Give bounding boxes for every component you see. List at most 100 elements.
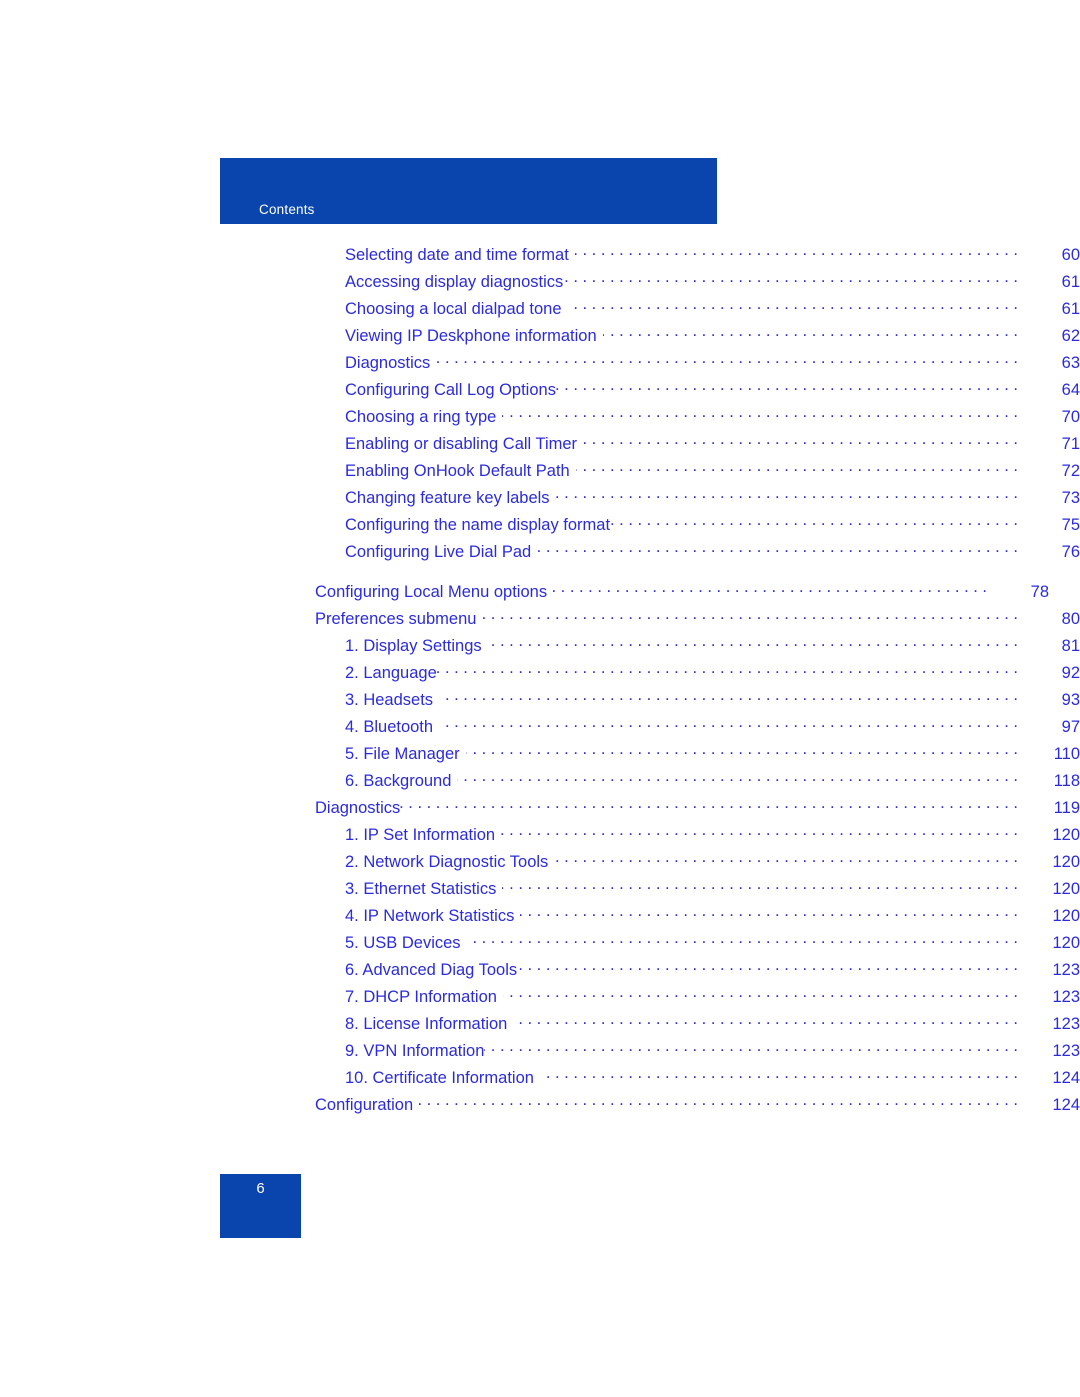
toc-entry-label: 3. Ethernet Statistics (345, 879, 497, 898)
toc-entry-page: 118 (1053, 771, 1080, 790)
toc-entry-page: 64 (1061, 380, 1080, 399)
toc-dot-leader (419, 1093, 1018, 1110)
toc-entry[interactable]: Choosing a ring type 70 (0, 405, 1080, 432)
toc-entry-page: 124 (1052, 1068, 1080, 1087)
toc-entry-label: Enabling OnHook Default Path (345, 461, 570, 480)
toc-entry-page: 92 (1061, 663, 1080, 682)
toc-dot-leader (553, 580, 987, 597)
toc-entry-label: 2. Language (345, 663, 437, 682)
toc-dot-leader (540, 1066, 1018, 1083)
toc-dot-leader (556, 378, 1018, 395)
toc-entry-label: Diagnostics (345, 353, 431, 372)
toc-entry-page: 120 (1052, 825, 1080, 844)
toc-dot-leader (563, 270, 1018, 287)
toc-dot-leader (550, 486, 1018, 503)
toc-entry[interactable]: Configuration 124 (0, 1093, 1080, 1120)
toc-dot-leader (437, 661, 1018, 678)
toc-entry-page: 120 (1052, 933, 1080, 952)
toc-entry[interactable]: Preferences submenu 80 (0, 607, 1080, 634)
toc-group: Selecting date and time format 60 Accessin… (0, 243, 1080, 567)
toc-entry-page: 80 (1061, 609, 1080, 628)
toc-dot-leader (439, 715, 1018, 732)
toc-entry-label: 1. IP Set Information (345, 825, 496, 844)
toc-entry-label: 9. VPN Information (345, 1041, 485, 1060)
toc-entry[interactable]: Configuring Call Log Options 64 (0, 378, 1080, 405)
toc-entry-label: 8. License Information (345, 1014, 508, 1033)
toc-entry-page: 62 (1061, 326, 1080, 345)
toc-entry-label: 10. Certificate Information (345, 1068, 534, 1087)
toc-entry-page: 78 (1030, 582, 1049, 601)
toc-entry[interactable]: 2. Language 92 (0, 661, 1080, 688)
toc-entry-page: 73 (1061, 488, 1080, 507)
toc-entry-page: 70 (1061, 407, 1080, 426)
toc-entry-label: Configuring Call Log Options (345, 380, 556, 399)
toc-dot-leader (466, 742, 1018, 759)
toc-entry-label: Configuring Live Dial Pad (345, 542, 532, 561)
toc-dot-leader (554, 850, 1018, 867)
toc-entry-label: 6. Background (345, 771, 452, 790)
toc-entry[interactable]: 5. File Manager 110 (0, 742, 1080, 769)
toc-entry-page: 123 (1052, 1041, 1080, 1060)
toc-entry[interactable]: 8. License Information 123 (0, 1012, 1080, 1039)
toc-entry[interactable]: Enabling or disabling Call Timer 71 (0, 432, 1080, 459)
toc-entry-label: 6. Advanced Diag Tools (345, 960, 518, 979)
document-page: Contents Selecting date and time format 6… (0, 0, 1080, 1397)
toc-entry[interactable]: Configuring Local Menu options 78 (0, 580, 1080, 607)
toc-entry-page: 63 (1061, 353, 1080, 372)
toc-dot-leader (488, 634, 1018, 651)
toc-entry-page: 75 (1061, 515, 1080, 534)
toc-dot-leader (513, 1012, 1018, 1029)
toc-entry[interactable]: 4. Bluetooth 97 (0, 715, 1080, 742)
toc-entry[interactable]: 2. Network Diagnostic Tools 120 (0, 850, 1080, 877)
toc-entry[interactable]: Changing feature key labels 73 (0, 486, 1080, 513)
toc-dot-leader (520, 904, 1018, 921)
table-of-contents: Selecting date and time format 60 Accessin… (0, 243, 1080, 1120)
toc-entry[interactable]: 3. Ethernet Statistics 120 (0, 877, 1080, 904)
toc-entry[interactable]: Viewing IP Deskphone information 62 (0, 324, 1080, 351)
toc-entry-label: Viewing IP Deskphone information (345, 326, 597, 345)
toc-entry-label: Choosing a local dialpad tone (345, 299, 562, 318)
toc-dot-leader (583, 432, 1018, 449)
toc-entry[interactable]: 6. Background 118 (0, 769, 1080, 796)
toc-entry-label: Enabling or disabling Call Timer (345, 434, 578, 453)
toc-entry[interactable]: Choosing a local dialpad tone 61 (0, 297, 1080, 324)
toc-entry[interactable]: Configuring Live Dial Pad 76 (0, 540, 1080, 567)
toc-entry-label: 4. Bluetooth (345, 717, 434, 736)
toc-entry-page: 123 (1052, 960, 1080, 979)
toc-entry[interactable]: 1. Display Settings 81 (0, 634, 1080, 661)
toc-dot-leader (439, 688, 1018, 705)
toc-entry[interactable]: 3. Headsets 93 (0, 688, 1080, 715)
toc-entry[interactable]: 9. VPN Information 123 (0, 1039, 1080, 1066)
toc-group: Configuring Local Menu options 78 Preferen… (0, 580, 1080, 1120)
toc-entry-page: 61 (1061, 299, 1080, 318)
toc-entry[interactable]: Diagnostics 63 (0, 351, 1080, 378)
toc-dot-leader (502, 877, 1018, 894)
toc-entry-label: Configuring the name display format (345, 515, 611, 534)
toc-entry[interactable]: 1. IP Set Information 120 (0, 823, 1080, 850)
toc-entry[interactable]: Accessing display diagnostics 61 (0, 270, 1080, 297)
toc-dot-leader (502, 405, 1018, 422)
toc-entry[interactable]: Selecting date and time format 60 (0, 243, 1080, 270)
toc-entry[interactable]: 7. DHCP Information 123 (0, 985, 1080, 1012)
toc-entry-page: 123 (1052, 987, 1080, 1006)
toc-entry[interactable]: 4. IP Network Statistics 120 (0, 904, 1080, 931)
toc-entry-label: Preferences submenu (315, 609, 477, 628)
toc-entry-page: 93 (1061, 690, 1080, 709)
toc-dot-leader (457, 769, 1018, 786)
toc-dot-leader (503, 985, 1018, 1002)
toc-entry[interactable]: Enabling OnHook Default Path 72 (0, 459, 1080, 486)
toc-entry[interactable]: 5. USB Devices 120 (0, 931, 1080, 958)
toc-entry-label: 1. Display Settings (345, 636, 482, 655)
toc-entry[interactable]: 6. Advanced Diag Tools 123 (0, 958, 1080, 985)
toc-entry-page: 81 (1061, 636, 1080, 655)
toc-entry-page: 110 (1053, 744, 1080, 763)
toc-dot-leader (603, 324, 1018, 341)
toc-dot-leader (400, 796, 1018, 813)
toc-entry[interactable]: 10. Certificate Information 124 (0, 1066, 1080, 1093)
toc-entry[interactable]: Configuring the name display format 75 (0, 513, 1080, 540)
toc-entry-label: 7. DHCP Information (345, 987, 497, 1006)
toc-entry-page: 120 (1052, 879, 1080, 898)
toc-entry-label: 5. File Manager (345, 744, 460, 763)
toc-entry[interactable]: Diagnostics 119 (0, 796, 1080, 823)
toc-entry-label: 3. Headsets (345, 690, 434, 709)
